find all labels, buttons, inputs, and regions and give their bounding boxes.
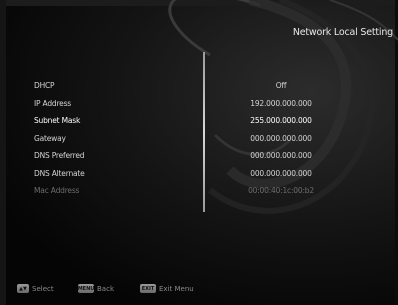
setting-row-dns-preferred[interactable]: DNS Preferred 000.000.000.000 <box>0 151 398 165</box>
setting-label: Gateway <box>34 133 66 143</box>
setting-row-subnet-mask[interactable]: Subnet Mask 255.000.000.000 <box>0 116 398 130</box>
setting-value[interactable]: 255.000.000.000 <box>220 116 342 125</box>
hint-back-label: Back <box>97 284 114 293</box>
setting-row-dhcp[interactable]: DHCP Off <box>0 81 398 95</box>
setting-value: 00:00:40:1c:00:b2 <box>248 186 314 195</box>
setting-row-dns-alternate[interactable]: DNS Alternate 000.000.000.000 <box>0 169 398 183</box>
up-down-arrows-icon: ▲▼ <box>17 284 29 293</box>
setting-label: Subnet Mask <box>34 116 81 125</box>
hint-select-label: Select <box>32 284 54 293</box>
hint-back: MENU Back <box>78 283 114 294</box>
setting-value[interactable]: 000.000.000.000 <box>220 169 342 178</box>
setting-value[interactable]: 000.000.000.000 <box>220 151 342 160</box>
hint-exit: EXIT Exit Menu <box>140 283 194 294</box>
page-title: Network Local Setting <box>292 27 393 38</box>
network-local-setting-screen: Network Local Setting DHCP Off IP Address 1… <box>0 0 398 305</box>
hint-select: ▲▼ Select <box>17 283 54 294</box>
setting-row-gateway[interactable]: Gateway 000.000.000.000 <box>0 134 398 148</box>
setting-label: Mac Address <box>34 186 80 195</box>
hint-exit-label: Exit Menu <box>159 284 194 293</box>
footer-hints: ▲▼ Select MENU Back EXIT Exit Menu <box>0 281 398 295</box>
setting-value[interactable]: Off <box>220 81 342 90</box>
setting-row-ip-address[interactable]: IP Address 192.000.000.000 <box>0 99 398 113</box>
setting-row-mac-address: Mac Address 00:00:40:1c:00:b2 <box>0 186 398 200</box>
exit-key-icon: EXIT <box>140 284 156 293</box>
setting-label: DNS Preferred <box>34 151 85 160</box>
menu-key-icon: MENU <box>77 284 95 293</box>
setting-label: DNS Alternate <box>34 168 85 178</box>
setting-label: IP Address <box>34 98 71 108</box>
setting-value[interactable]: 192.000.000.000 <box>220 99 342 108</box>
setting-value[interactable]: 000.000.000.000 <box>220 134 342 143</box>
setting-label: DHCP <box>34 81 55 90</box>
